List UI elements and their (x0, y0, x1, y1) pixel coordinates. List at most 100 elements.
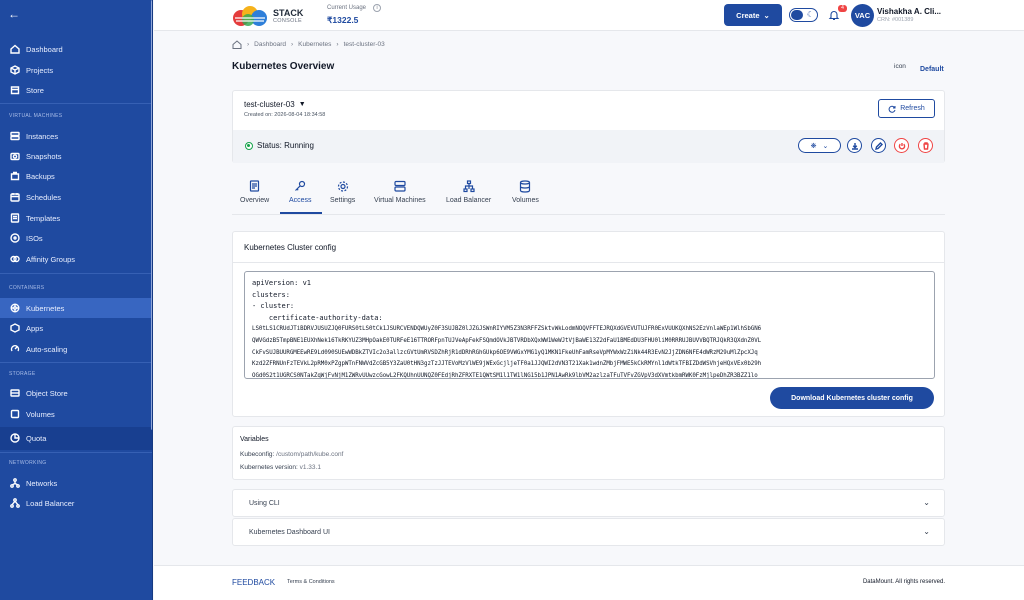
sidebar-item-isos[interactable]: ISOs (0, 228, 152, 248)
download-config-button[interactable]: Download Kubernetes cluster config (770, 387, 934, 409)
breadcrumb-dashboard[interactable]: Dashboard (254, 41, 286, 48)
sidebar-scrollbar[interactable] (151, 0, 152, 430)
apps-icon (10, 323, 20, 333)
kubeconfig-textarea[interactable]: apiVersion: v1 clusters: - cluster: certif… (244, 271, 935, 379)
calendar-icon (10, 192, 20, 202)
chevron-down-icon: ⌄ (923, 498, 930, 507)
sidebar-item-projects[interactable]: Projects (0, 60, 152, 80)
sidebar-item-dashboard[interactable]: Dashboard (0, 39, 152, 59)
network-icon (10, 478, 20, 488)
kubernetes-version-variable: Kubernetes version: v1.33.1 (240, 464, 321, 471)
page-title: Kubernetes Overview (232, 61, 335, 72)
code-line: clusters: (252, 290, 290, 299)
edit-button[interactable] (871, 138, 886, 153)
tab-volumes[interactable]: Volumes (512, 180, 539, 204)
home-icon (10, 44, 20, 54)
sidebar-item-schedules[interactable]: Schedules (0, 187, 152, 207)
chevron-right-icon: › (247, 41, 250, 48)
cluster-selector[interactable]: test-cluster-03 ▼ (244, 100, 306, 109)
store-icon (10, 85, 20, 95)
sidebar-item-kubernetes[interactable]: Kubernetes (0, 298, 152, 318)
accordion-using-cli[interactable]: Using CLI ⌄ (232, 489, 945, 517)
terms-link[interactable]: Terms & Conditions (287, 579, 335, 585)
overview-icon (249, 180, 259, 192)
refresh-button[interactable]: Refresh (878, 99, 935, 118)
sidebar: ← Dashboard Projects Store VIRTUAL MACHI… (0, 0, 153, 600)
code-line: LS0tLS1CRUdJTiBDRVJUSUZJQ0FURS0tLS0tCk1J… (252, 326, 762, 333)
download-button[interactable] (847, 138, 862, 153)
database-icon (520, 180, 531, 193)
breadcrumb-current: test-cluster-03 (343, 41, 385, 48)
sun-icon (791, 10, 803, 20)
sidebar-divider (0, 103, 152, 104)
chevron-right-icon: › (290, 41, 294, 48)
default-link[interactable]: Default (920, 66, 944, 73)
code-line: OGd0S2t1UGRCS0NTakZqWjFvNjM1ZWRvUUwzcGow… (252, 372, 758, 379)
avatar[interactable]: VAC (851, 4, 874, 27)
top-header: STACK CONSOLE Current Usage i ₹1322.5 Cr… (154, 0, 1024, 31)
sidebar-item-affinity-groups[interactable]: Affinity Groups (0, 249, 152, 269)
feedback-link[interactable]: FEEDBACK (232, 578, 275, 587)
sidebar-item-instances[interactable]: Instances (0, 126, 152, 146)
sidebar-item-store[interactable]: Store (0, 80, 152, 100)
logo-subtext: CONSOLE (273, 18, 302, 24)
accordion-dashboard-ui[interactable]: Kubernetes Dashboard UI ⌄ (232, 518, 945, 546)
tab-load-balancer[interactable]: Load Balancer (446, 180, 491, 204)
cluster-config-card: Kubernetes Cluster config apiVersion: v1… (232, 231, 945, 417)
notification-badge: 4 (838, 5, 847, 12)
user-name[interactable]: Vishakha A. Cli... (877, 7, 941, 16)
key-icon (295, 180, 306, 191)
code-line: CkFvSUJBUURGMEEwRE9Ld090SUEwWDBkZTVIc2o3… (252, 349, 758, 356)
download-icon (851, 142, 858, 150)
sidebar-item-load-balancer[interactable]: Load Balancer (0, 493, 152, 513)
volumes-icon (10, 409, 20, 419)
gear-icon: ❋ (810, 142, 817, 150)
cube-icon (10, 65, 20, 75)
sidebar-item-quota[interactable]: Quota (0, 428, 152, 448)
chevron-down-icon: ⌄ (822, 142, 829, 150)
template-icon (10, 213, 20, 223)
theme-toggle[interactable]: ☾ (789, 8, 818, 22)
sidebar-section-containers: CONTAINERS (9, 285, 45, 291)
sidebar-item-backups[interactable]: Backups (0, 166, 152, 186)
cluster-tabs: Overview Access Settings Virtual Machine… (232, 180, 945, 215)
usage-label: Current Usage (327, 5, 367, 11)
sidebar-item-auto-scaling[interactable]: Auto-scaling (0, 339, 152, 359)
sidebar-item-volumes[interactable]: Volumes (0, 404, 152, 424)
tab-overview[interactable]: Overview (240, 180, 269, 204)
chevron-down-icon: ⌄ (763, 10, 770, 20)
home-icon[interactable] (232, 40, 242, 49)
create-button[interactable]: Create ⌄ (724, 4, 782, 26)
status-text: Status: Running (257, 141, 314, 150)
sidebar-item-networks[interactable]: Networks (0, 473, 152, 493)
code-line: apiVersion: v1 (252, 279, 312, 287)
sidebar-section-networking: NETWORKING (9, 460, 47, 466)
variables-title: Variables (240, 436, 269, 443)
tab-virtual-machines[interactable]: Virtual Machines (374, 180, 426, 204)
settings-dropdown-button[interactable]: ❋ ⌄ (798, 138, 841, 153)
object-store-icon (10, 388, 20, 398)
gear-icon (337, 181, 348, 192)
arrow-left-icon[interactable]: ← (8, 7, 20, 21)
breadcrumb-kubernetes[interactable]: Kubernetes (298, 41, 331, 48)
power-button[interactable] (894, 138, 909, 153)
code-line: - cluster: (252, 302, 295, 311)
tab-access[interactable]: Access (289, 180, 312, 204)
tab-settings[interactable]: Settings (330, 180, 355, 204)
usage-value: ₹1322.5 (327, 15, 359, 25)
backup-icon (10, 171, 20, 181)
quota-icon (10, 433, 20, 443)
sidebar-item-apps[interactable]: Apps (0, 318, 152, 338)
footer: FEEDBACK Terms & Conditions DataMount. A… (154, 565, 1024, 600)
config-title: Kubernetes Cluster config (244, 243, 337, 252)
sidebar-divider (0, 362, 152, 363)
chevron-down-icon: ⌄ (923, 527, 930, 536)
sidebar-item-snapshots[interactable]: Snapshots (0, 146, 152, 166)
delete-button[interactable] (918, 138, 933, 153)
sidebar-item-object-store[interactable]: Object Store (0, 383, 152, 403)
info-icon[interactable]: i (373, 4, 381, 12)
breadcrumb: › Dashboard › Kubernetes › test-cluster-… (232, 40, 385, 49)
kubernetes-icon (10, 303, 20, 313)
sidebar-item-templates[interactable]: Templates (0, 208, 152, 228)
active-tab-indicator (280, 212, 322, 214)
